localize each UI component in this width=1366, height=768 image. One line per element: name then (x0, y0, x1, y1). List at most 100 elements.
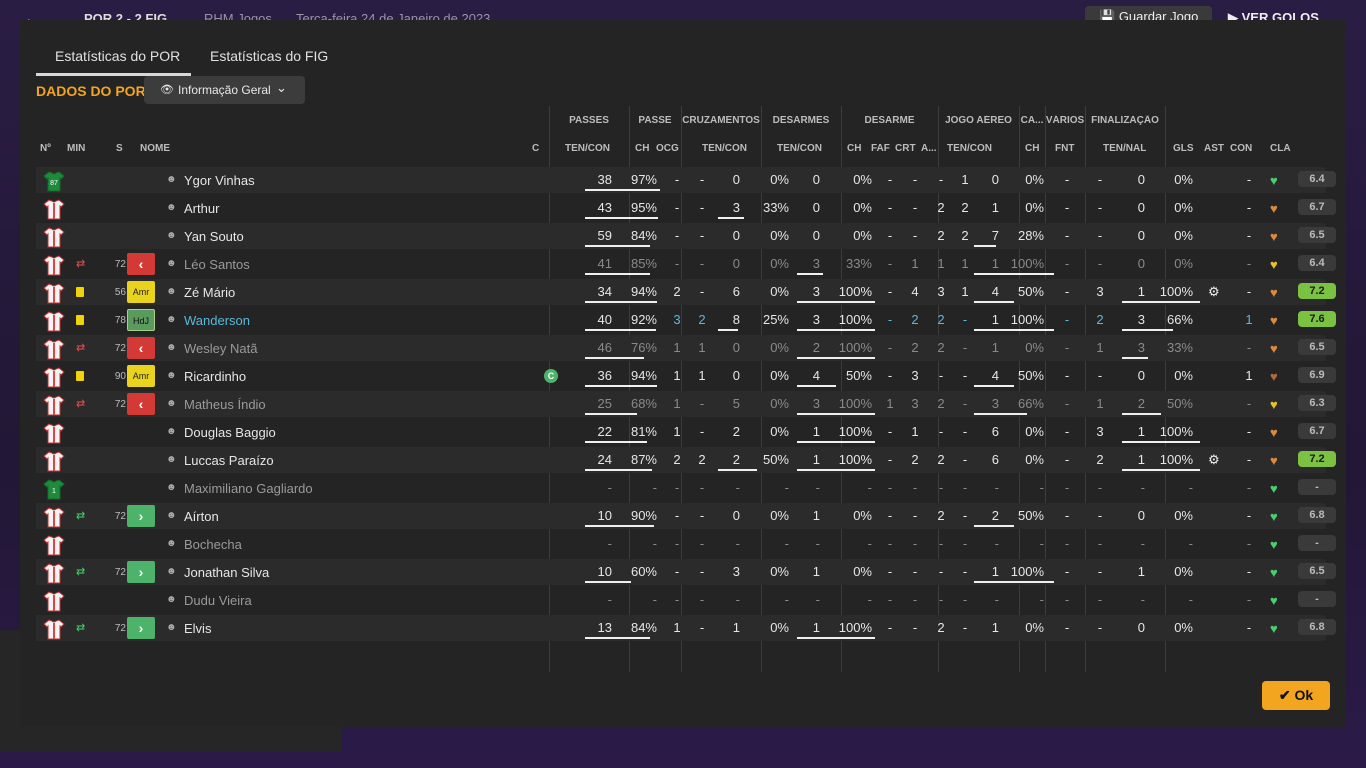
table-row[interactable]: ⇄ 72 ‹ ☻ Léo Santos 41 85% 0 0% 3 33% 1 100% 0 0% - - - 1 1… (36, 251, 1336, 277)
table-row[interactable]: ⇄ 72 ‹ ☻ Matheus Índio 25 68% 5 0% 3 100% 3 66% 2 50% 1… (36, 391, 1336, 417)
ok-button[interactable]: ✔ Ok (1262, 681, 1330, 710)
header-ast[interactable]: AST (1204, 143, 1224, 154)
stat-des-pct: 0% (853, 172, 872, 187)
stat-cru-attempts: 0 (732, 172, 740, 187)
player-name[interactable]: Douglas Baggio (184, 425, 276, 440)
player-name[interactable]: Zé Mário (184, 285, 235, 300)
stat-cru-pct: 0% (770, 368, 789, 383)
rating: 7.2 (1298, 451, 1336, 467)
header-desarmes[interactable]: TEN/CON (777, 143, 822, 154)
stat-ast: - (1246, 200, 1252, 215)
table-row[interactable]: ☻ Arthur 43 95% 3 33% 0 0% 1 0% 0 0% - - - -2 2- - - ♥ 6.7 (36, 195, 1336, 221)
condition-heart-icon: ♥ (1270, 481, 1278, 496)
stat-p_ocg: - (699, 424, 705, 439)
player-name[interactable]: Ygor Vinhas (184, 173, 255, 188)
stat-aer-attempts: 4 (991, 284, 999, 299)
stat-d_faf: 3 (911, 368, 919, 383)
shirt-icon (43, 534, 65, 556)
stat-cru-pct: 0% (770, 564, 789, 579)
stat-ca_ch: - (1064, 284, 1070, 299)
stat-ast: - (1246, 452, 1252, 467)
header-aereo[interactable]: TEN/CON (947, 143, 992, 154)
header-num[interactable]: Nº (40, 143, 51, 154)
stat-fnt: 3 (1096, 424, 1104, 439)
stat-des-attempts: 3 (812, 284, 820, 299)
stat-d_crt: 1 (937, 256, 945, 271)
table-row[interactable]: ☻ Luccas Paraízo 24 87% 2 50% 1 100% 6 0% 1 100% 2 2 -… (36, 447, 1336, 473)
header-c[interactable]: C (532, 143, 539, 154)
table-row[interactable]: 78 HdJ ☻ Wanderson 40 92% 8 25% 3 100% 1 100% 3 66% 3 2… (36, 307, 1336, 333)
table-row[interactable]: ⇄ 72 › ☻ Jonathan Silva 10 60% 3 0% 1 0% 1 100% 1 0% - -… (36, 559, 1336, 585)
player-name[interactable]: Léo Santos (184, 257, 250, 272)
stat-fin-pct: 100% (1159, 452, 1193, 467)
player-name[interactable]: Jonathan Silva (184, 565, 269, 580)
player-name[interactable]: Bochecha (184, 537, 242, 552)
tab-fig-stats[interactable]: Estatísticas do FIG (210, 48, 328, 76)
header-min[interactable]: MIN (67, 143, 85, 154)
table-row[interactable]: ☻ Douglas Baggio 22 81% 2 0% 1 100% 6 0% 1 100% 1 - - 1… (36, 419, 1336, 445)
stat-fin-bar (1122, 413, 1161, 415)
minute: 78 (114, 315, 126, 326)
table-row[interactable]: ☻ Dudu Vieira - - - - - - - - - - - - - - - - - - - ♥ - (36, 587, 1336, 613)
player-name[interactable]: Arthur (184, 201, 219, 216)
stat-pas-attempts: 36 (597, 368, 612, 383)
view-dropdown[interactable]: 👁 Informação Geral ⌄ (144, 76, 305, 104)
header-ca_ch[interactable]: CH (1025, 143, 1039, 154)
stat-d_a: 2 (961, 228, 969, 243)
header-cruz[interactable]: TEN/CON (702, 143, 747, 154)
stat-fin-attempts: - (1140, 592, 1145, 607)
player-name[interactable]: Maximiliano Gagliardo (184, 481, 313, 496)
condition-heart-icon: ♥ (1270, 341, 1278, 356)
player-name[interactable]: Wanderson (184, 313, 250, 328)
header-des_a[interactable]: A... (921, 143, 937, 154)
stat-d_a: - (962, 564, 968, 579)
shirt-icon (43, 338, 65, 360)
stat-pas-pct: 60% (630, 564, 657, 579)
table-row[interactable]: 8787☻Ygor Vinhas3897%00%00%00%00%-----1-… (36, 167, 1336, 193)
player-name[interactable]: Aírton (184, 509, 219, 524)
header-cla[interactable]: CLA (1270, 143, 1291, 154)
header-passe_ocg[interactable]: OCG (656, 143, 679, 154)
header-nome[interactable]: NOME (140, 143, 170, 154)
player-name[interactable]: Yan Souto (184, 229, 244, 244)
stat-cru-attempts: 0 (732, 256, 740, 271)
header-varios_fnt[interactable]: FNT (1055, 143, 1074, 154)
rating: 6.4 (1298, 171, 1336, 187)
table-row[interactable]: 11☻Maximiliano Gagliardo----------------… (36, 475, 1336, 501)
table-row[interactable]: 90 Amr ☻ Ricardinho C 36 94% 0 0% 4 50% 4 50% 0 0% 1 1 - 3… (36, 363, 1336, 389)
table-row[interactable]: 56 Amr ☻ Zé Mário 34 94% 6 0% 3 100% 4 50% 1 100% 2 - - 4… (36, 279, 1336, 305)
stat-aer-attempts: 7 (991, 228, 999, 243)
tab-por-stats[interactable]: Estatísticas do POR (36, 48, 191, 76)
stat-p_ch: - (674, 228, 680, 243)
stat-d_crt: - (938, 564, 944, 579)
table-row[interactable]: ☻ Bochecha - - - - - - - - - - - - - - - - - - - ♥ - (36, 531, 1336, 557)
header-final[interactable]: TEN/NAL (1103, 143, 1146, 154)
player-name[interactable]: Dudu Vieira (184, 593, 252, 608)
stat-des-pct: 100% (838, 396, 872, 411)
stat-cru-attempts: 3 (732, 564, 740, 579)
table-row[interactable]: ⇄ 72 ‹ ☻ Wesley Natã 46 76% 0 0% 2 100% 1 0% 3 33% 1 1 - 2… (36, 335, 1336, 361)
stat-fin-pct: 100% (1159, 424, 1193, 439)
header-des_faf[interactable]: FAF (871, 143, 890, 154)
player-name[interactable]: Ricardinho (184, 369, 246, 384)
header-des_crt[interactable]: CRT (895, 143, 916, 154)
player-name[interactable]: Elvis (184, 621, 211, 636)
table-row[interactable]: ⇄ 72 › ☻ Aírton 10 90% 0 0% 1 0% 2 50% 0 0% - - - -2- - - - ♥ 6… (36, 503, 1336, 529)
stat-d_faf: 2 (911, 312, 919, 327)
header-passes[interactable]: TEN/CON (565, 143, 610, 154)
table-row[interactable]: ⇄ 72 › ☻ Elvis 13 84% 1 0% 1 100% 1 0% 0 0% 1 - - - 2 - - - - ♥ 6… (36, 615, 1336, 641)
stat-pas-bar (585, 329, 656, 331)
stat-des-pct: 100% (838, 424, 872, 439)
stat-ast: - (1246, 564, 1252, 579)
player-name[interactable]: Luccas Paraízo (184, 453, 274, 468)
player-name[interactable]: Wesley Natã (184, 341, 257, 356)
player-name[interactable]: Matheus Índio (184, 397, 266, 412)
header-gls[interactable]: GLS (1173, 143, 1194, 154)
header-s[interactable]: S (116, 143, 123, 154)
table-row[interactable]: ☻ Yan Souto 59 84% 0 0% 0 0% 7 28% 0 0% - - - -2 2- - - ♥ 6.… (36, 223, 1336, 249)
dropdown-value: Informação Geral (178, 83, 271, 97)
header-passe_ch[interactable]: CH (635, 143, 649, 154)
header-des_ch[interactable]: CH (847, 143, 861, 154)
stat-pas-bar (585, 637, 650, 639)
header-con[interactable]: CON (1230, 143, 1252, 154)
